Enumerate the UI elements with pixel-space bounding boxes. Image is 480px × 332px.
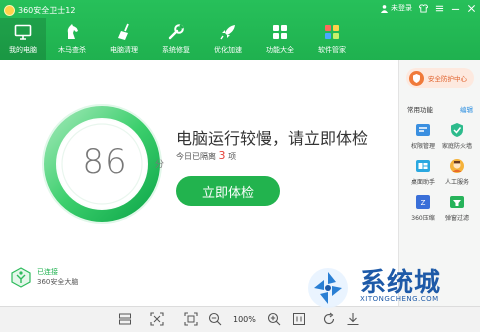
rocket-icon bbox=[220, 25, 235, 40]
zoom-in-icon[interactable] bbox=[267, 312, 281, 326]
tool-label: 权限管理 bbox=[410, 143, 435, 150]
security-center-label: 安全防护中心 bbox=[428, 75, 467, 83]
login-button[interactable]: 未登录 bbox=[380, 3, 412, 13]
tool-label: 人工服务 bbox=[444, 179, 469, 186]
edit-tools-link[interactable]: 编辑 bbox=[460, 104, 473, 114]
tool-customer-service[interactable]: 人工服务 bbox=[442, 158, 472, 186]
tool-label: 桌面助手 bbox=[410, 179, 435, 186]
svg-text:Z: Z bbox=[421, 199, 426, 207]
shield-icon bbox=[409, 70, 424, 86]
tab-label: 木马查杀 bbox=[58, 46, 86, 54]
broom-icon bbox=[118, 23, 129, 40]
zoom-out-icon[interactable] bbox=[208, 312, 222, 326]
tab-software-manager[interactable]: 软件管家 bbox=[306, 18, 358, 60]
tab-label: 电脑清理 bbox=[110, 46, 138, 54]
title-bar: 360安全卫士12 未登录 我的电脑 木马查杀 电脑清理 系统修复 优化加速 功… bbox=[0, 0, 480, 60]
isolated-suffix: 项 bbox=[228, 152, 237, 161]
tab-label: 软件管家 bbox=[318, 46, 346, 54]
horse-icon bbox=[67, 24, 78, 39]
tool-label: 家庭防火墙 bbox=[442, 143, 473, 150]
tool-360-compress[interactable]: Z 360压缩 bbox=[408, 194, 438, 222]
isolated-count: 今日已隔离 3 项 bbox=[176, 149, 236, 162]
apps-icon bbox=[325, 25, 339, 39]
tool-label: 360压缩 bbox=[411, 215, 435, 222]
app-title: 360安全卫士12 bbox=[4, 3, 75, 17]
watermark-text: 系统城 bbox=[360, 268, 442, 298]
health-score: 86 bbox=[82, 142, 128, 182]
service-icon bbox=[450, 159, 464, 173]
close-icon[interactable] bbox=[467, 4, 476, 13]
isolated-number: 3 bbox=[218, 149, 226, 162]
tab-all-features[interactable]: 功能大全 bbox=[254, 18, 306, 60]
app-logo-icon bbox=[4, 4, 15, 16]
check-now-button[interactable]: 立即体检 bbox=[176, 176, 280, 206]
connected-label: 已连接 bbox=[37, 268, 58, 276]
security-brain-status[interactable]: 已连接 360安全大脑 bbox=[10, 266, 78, 288]
tools-title: 常用功能 bbox=[407, 106, 433, 114]
score-ring: 86 分 bbox=[40, 100, 170, 230]
permission-icon bbox=[416, 124, 430, 136]
tab-label: 我的电脑 bbox=[9, 46, 37, 54]
login-label: 未登录 bbox=[391, 4, 412, 12]
skin-icon[interactable] bbox=[419, 3, 428, 13]
tool-popup-filter[interactable]: 弹窗过滤 bbox=[442, 194, 472, 222]
brain-icon bbox=[11, 267, 31, 288]
tab-system-repair[interactable]: 系统修复 bbox=[150, 18, 202, 60]
grid-icon bbox=[273, 25, 287, 39]
layout-icon[interactable] bbox=[118, 312, 132, 326]
tab-my-computer[interactable]: 我的电脑 bbox=[0, 18, 46, 60]
tab-optimize[interactable]: 优化加速 bbox=[202, 18, 254, 60]
tools-header: 常用功能 编辑 bbox=[407, 104, 473, 114]
desktop-icon bbox=[416, 160, 430, 172]
security-center-button[interactable]: 安全防护中心 bbox=[406, 68, 474, 88]
tool-desktop-assistant[interactable]: 桌面助手 bbox=[408, 158, 438, 186]
isolated-prefix: 今日已隔离 bbox=[176, 152, 216, 161]
tab-cleanup[interactable]: 电脑清理 bbox=[98, 18, 150, 60]
score-unit: 分 bbox=[155, 160, 165, 170]
zoom-level: 100% bbox=[233, 315, 256, 324]
firewall-icon bbox=[451, 123, 463, 137]
status-headline: 电脑运行较慢，请立即体检 bbox=[176, 129, 369, 148]
tab-trojan-scan[interactable]: 木马查杀 bbox=[46, 18, 98, 60]
tab-label: 功能大全 bbox=[266, 46, 294, 54]
popup-filter-icon bbox=[450, 196, 464, 208]
tool-firewall[interactable]: 家庭防火墙 bbox=[442, 122, 472, 150]
window-controls: 未登录 bbox=[380, 3, 476, 13]
fullscreen-icon[interactable] bbox=[184, 312, 198, 326]
brain-name: 360安全大脑 bbox=[37, 278, 79, 286]
minimize-icon[interactable] bbox=[451, 4, 460, 13]
watermark-url: XITONGCHENG.COM bbox=[360, 295, 439, 303]
tool-label: 弹窗过滤 bbox=[444, 215, 469, 222]
user-icon bbox=[380, 4, 389, 13]
menu-icon[interactable] bbox=[435, 4, 444, 13]
compress-icon: Z bbox=[416, 195, 430, 209]
fit-screen-icon[interactable] bbox=[150, 312, 164, 326]
main-nav: 我的电脑 木马查杀 电脑清理 系统修复 优化加速 功能大全 软件管家 bbox=[0, 18, 358, 60]
tool-permission[interactable]: 权限管理 bbox=[408, 122, 438, 150]
monitor-icon bbox=[14, 24, 32, 40]
wrench-icon bbox=[168, 24, 184, 40]
app-title-text: 360安全卫士12 bbox=[18, 5, 76, 15]
tab-label: 优化加速 bbox=[214, 46, 242, 54]
tab-label: 系统修复 bbox=[162, 46, 190, 54]
